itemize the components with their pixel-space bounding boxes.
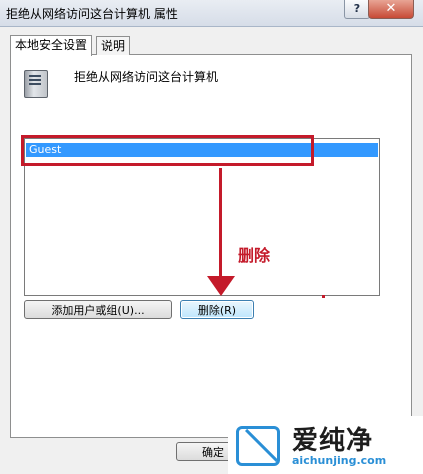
close-button[interactable]: ✕ — [368, 0, 414, 19]
annotation-arrow-head — [207, 276, 235, 296]
server-policy-icon — [24, 70, 48, 98]
logo-icon — [236, 426, 280, 466]
remove-button[interactable]: 删除(R) — [180, 300, 254, 319]
logo-text: 爱纯净 — [292, 426, 374, 456]
annotation-arrow-shaft — [219, 168, 222, 280]
annotation-label: 删除 — [238, 246, 271, 265]
policy-title: 拒绝从网络访问这台计算机 — [74, 70, 219, 84]
tab-local-security-setting[interactable]: 本地安全设置 — [10, 35, 93, 56]
title-bar: 拒绝从网络访问这台计算机 属性 ? ✕ — [0, 0, 423, 27]
logo-url: aichunjing.com — [292, 454, 387, 467]
add-user-or-group-button[interactable]: 添加用户或组(U)... — [24, 300, 172, 319]
watermark-logo: 爱纯净 aichunjing.com — [228, 416, 423, 474]
window-title: 拒绝从网络访问这台计算机 属性 — [6, 7, 178, 21]
help-button[interactable]: ? — [344, 0, 370, 19]
annotation-mark — [322, 295, 325, 298]
annotation-highlight-box — [21, 135, 314, 166]
tab-explain[interactable]: 说明 — [96, 36, 131, 55]
